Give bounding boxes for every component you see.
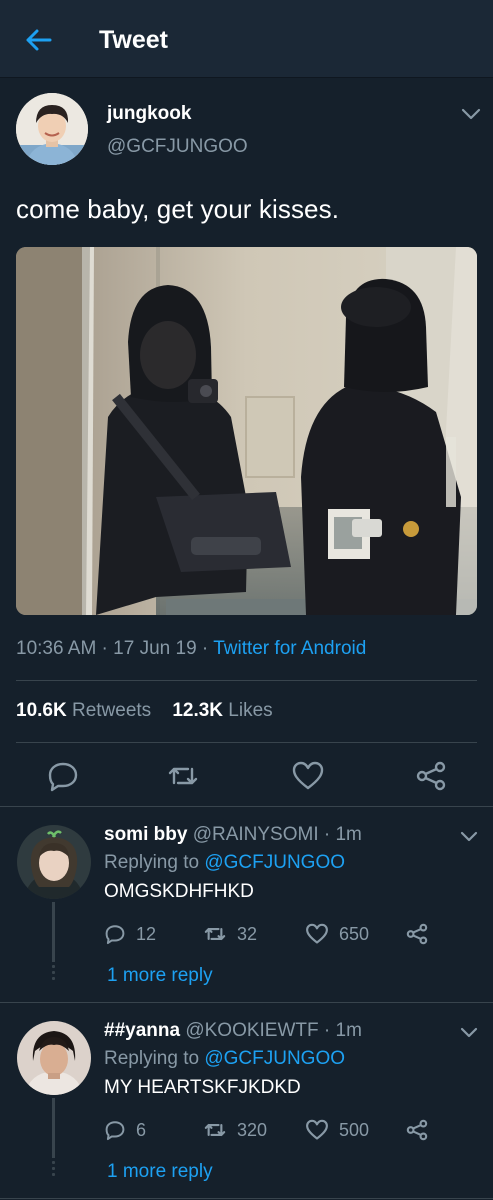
back-arrow-icon[interactable] — [22, 24, 54, 56]
page-title: Tweet — [99, 26, 168, 54]
reply-header: somi bby @RAINYSOMI · 1m — [104, 824, 362, 846]
heart-icon — [306, 1119, 328, 1140]
retweets-stat[interactable]: 10.6K Retweets — [16, 700, 151, 721]
like-button[interactable]: 650 — [305, 921, 369, 947]
divider — [0, 1198, 493, 1199]
avatar-image — [16, 93, 88, 165]
reply-count: 12 — [136, 923, 157, 944]
meta-separator: · — [96, 638, 114, 659]
like-count: 650 — [339, 923, 370, 944]
replying-to: Replying to @GCFJUNGOO — [104, 1048, 345, 1070]
thread-line — [52, 902, 55, 962]
share-button[interactable] — [405, 1117, 429, 1143]
retweets-count: 10.6K — [16, 700, 67, 721]
heart-icon — [306, 923, 328, 944]
retweet-button[interactable]: 320 — [203, 1117, 267, 1143]
reply-count: 6 — [136, 1119, 147, 1140]
top-bar: Tweet — [0, 0, 493, 78]
share-icon[interactable] — [414, 759, 448, 793]
reply-button[interactable]: 6 — [104, 1117, 146, 1143]
chevron-down-icon[interactable] — [459, 105, 483, 123]
tweet-time: 10:36 AM — [16, 638, 97, 659]
reply-author-name[interactable]: somi bby — [104, 824, 187, 845]
tweet-photo[interactable] — [16, 247, 477, 615]
reply-age: · 1m — [318, 1020, 362, 1041]
reply-author-name[interactable]: ##yanna — [104, 1020, 180, 1041]
reply-item[interactable]: somi bby @RAINYSOMI · 1m Replying to @GC… — [0, 807, 493, 1002]
avatar[interactable] — [17, 825, 91, 899]
likes-count: 12.3K — [172, 700, 224, 721]
likes-stat[interactable]: 12.3K Likes — [172, 700, 272, 721]
meta-separator: · — [196, 638, 214, 659]
comment-icon — [105, 925, 125, 945]
tweet-stats: 10.6K Retweets 12.3K Likes — [16, 700, 273, 722]
share-button[interactable] — [405, 921, 429, 947]
divider — [16, 742, 477, 743]
tweet-meta: 10:36 AM · 17 Jun 19 · Twitter for Andro… — [16, 638, 366, 660]
tweet-date: 17 Jun 19 — [113, 638, 197, 659]
author-handle[interactable]: @GCFJUNGOO — [107, 136, 248, 158]
replying-label: Replying to — [104, 852, 200, 873]
author-name[interactable]: jungkook — [107, 103, 191, 125]
more-replies-link[interactable]: 1 more reply — [107, 1161, 213, 1183]
retweet-icon[interactable] — [166, 759, 200, 793]
retweet-icon — [204, 1124, 226, 1136]
thread-dots — [51, 965, 56, 981]
comment-icon — [105, 1121, 125, 1141]
more-replies-link[interactable]: 1 more reply — [107, 965, 213, 987]
like-count: 500 — [339, 1119, 370, 1140]
avatar[interactable] — [16, 93, 88, 165]
chevron-down-icon[interactable] — [458, 1025, 480, 1041]
divider — [16, 680, 477, 681]
replying-to-link[interactable]: @GCFJUNGOO — [204, 852, 345, 873]
chevron-down-icon[interactable] — [458, 829, 480, 845]
reply-age: · 1m — [318, 824, 362, 845]
reply-text: OMGSKDHFHKD — [104, 881, 254, 902]
retweet-button[interactable]: 32 — [203, 921, 257, 947]
photo-image — [16, 247, 477, 615]
likes-label: Likes — [228, 700, 273, 721]
retweet-count: 320 — [237, 1119, 268, 1140]
thread-line — [52, 1098, 55, 1158]
reply-author-handle[interactable]: @RAINYSOMI — [193, 824, 319, 845]
reply-item[interactable]: ##yanna @KOOKIEWTF · 1m Replying to @GCF… — [0, 1003, 493, 1198]
replying-to-link[interactable]: @GCFJUNGOO — [204, 1048, 345, 1069]
tweet-text: come baby, get your kisses. — [16, 194, 340, 224]
avatar-image — [17, 1021, 91, 1095]
reply-text: MY HEARTSKFJKDKD — [104, 1077, 301, 1098]
share-icon — [406, 923, 428, 945]
replying-label: Replying to — [104, 1048, 200, 1069]
tweet-app-link[interactable]: Twitter for Android — [213, 638, 366, 659]
reply-header: ##yanna @KOOKIEWTF · 1m — [104, 1020, 362, 1042]
reply-icon[interactable] — [46, 759, 80, 793]
thread-dots — [51, 1161, 56, 1177]
replying-to: Replying to @GCFJUNGOO — [104, 852, 345, 874]
retweet-icon — [204, 928, 226, 940]
reply-button[interactable]: 12 — [104, 921, 156, 947]
reply-author-handle[interactable]: @KOOKIEWTF — [185, 1020, 318, 1041]
avatar-image — [17, 825, 91, 899]
like-button[interactable]: 500 — [305, 1117, 369, 1143]
avatar[interactable] — [17, 1021, 91, 1095]
heart-icon[interactable] — [291, 759, 325, 793]
share-icon — [406, 1119, 428, 1141]
retweets-label: Retweets — [71, 700, 152, 721]
retweet-count: 32 — [237, 923, 258, 944]
